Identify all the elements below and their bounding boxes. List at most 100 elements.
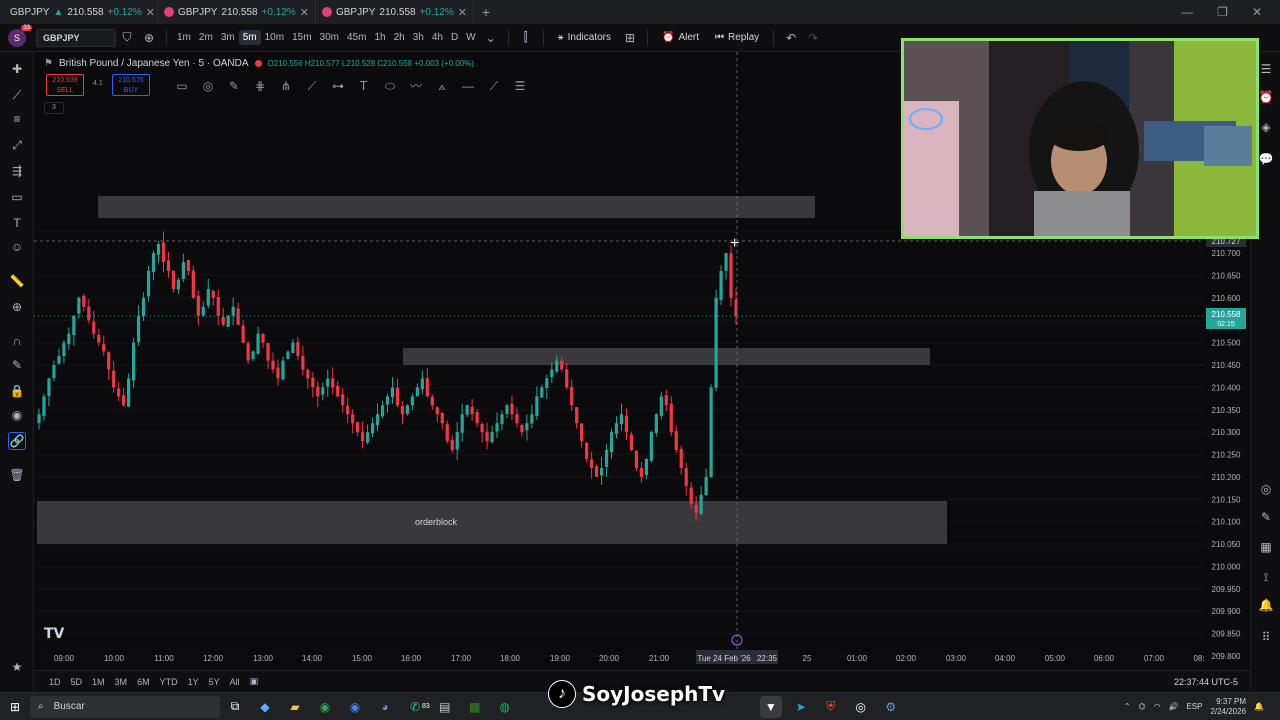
path-tool-icon[interactable]: 〰 xyxy=(406,76,426,96)
indicator-count-badge[interactable]: 3 xyxy=(44,102,64,114)
task-view-icon[interactable]: ⧉ xyxy=(224,696,246,718)
discord-icon[interactable]: ◕ xyxy=(374,696,396,718)
browser-tab[interactable]: GBPJPY 210.558 +0.12% ✕ xyxy=(316,0,474,24)
notifications-icon[interactable]: 🔔 xyxy=(1254,702,1264,711)
lock-icon[interactable]: 🔒 xyxy=(8,382,26,400)
indicators-button[interactable]: ⚹ Indicators xyxy=(550,32,619,43)
candles-type-icon[interactable]: ⫿ xyxy=(515,30,537,45)
timeframe-45m[interactable]: 45m xyxy=(343,32,370,43)
chevron-up-icon[interactable]: ⌃ xyxy=(1124,702,1131,711)
trend-line-icon[interactable]: ⟋ xyxy=(8,86,26,104)
polyline-tool-icon[interactable]: ⟑ xyxy=(432,76,452,96)
price-axis[interactable]: 210.750210.700210.650210.600210.550210.5… xyxy=(1212,227,1241,661)
timeframe-3h[interactable]: 3h xyxy=(409,32,428,43)
crosshair-icon[interactable]: ✚ xyxy=(8,60,26,78)
network-icon[interactable]: ⌬ xyxy=(1138,702,1145,711)
steam-icon[interactable]: ⚙ xyxy=(880,696,902,718)
symbol-title[interactable]: British Pound / Japanese Yen · 5 · OANDA xyxy=(59,58,249,69)
copilot-icon[interactable]: ◆ xyxy=(254,696,276,718)
brush-tool-icon[interactable]: ✎ xyxy=(224,76,244,96)
alert-button[interactable]: ⏰ Alert xyxy=(654,32,707,43)
timeframe-w[interactable]: W xyxy=(462,32,479,43)
fib-retracement-icon[interactable]: ≡ xyxy=(8,110,26,128)
rectangle-icon[interactable]: ▭ xyxy=(8,188,26,206)
taskbar-clock[interactable]: 9:37 PM 2/24/2026 xyxy=(1210,697,1246,717)
bell-icon[interactable]: 🔔 xyxy=(1257,596,1275,614)
new-tab-icon[interactable]: + xyxy=(474,4,498,20)
line-tool-icon[interactable]: — xyxy=(458,76,478,96)
telegram-icon[interactable]: ➤ xyxy=(790,696,812,718)
timeframe-d[interactable]: D xyxy=(447,32,462,43)
range-3m[interactable]: 3M xyxy=(110,677,133,687)
compare-symbol-icon[interactable]: ⊕ xyxy=(138,31,160,45)
orderblock-zone[interactable] xyxy=(37,501,947,544)
mid-zone[interactable] xyxy=(403,348,930,365)
timeframe-3m[interactable]: 3m xyxy=(217,32,239,43)
symbol-search[interactable]: GBPJPY xyxy=(36,28,116,47)
zoom-in-icon[interactable]: ⊕ xyxy=(8,298,26,316)
avatar[interactable]: S 33 xyxy=(8,24,32,47)
buy-button[interactable]: 210.576 BUY xyxy=(112,74,150,96)
timeframe-1h[interactable]: 1h xyxy=(370,32,389,43)
ideas-icon[interactable]: ✎ xyxy=(1257,508,1275,526)
signal-icon[interactable]: ⟟ xyxy=(1257,568,1275,586)
shield-icon[interactable]: ⛉ xyxy=(116,30,138,45)
rectangle-tool-icon[interactable]: ▭ xyxy=(172,76,192,96)
target-icon[interactable]: ◎ xyxy=(1257,480,1275,498)
range-ytd[interactable]: YTD xyxy=(155,677,183,687)
file-explorer-icon[interactable]: ▰ xyxy=(284,696,306,718)
undo-icon[interactable]: ↶ xyxy=(780,31,802,45)
chrome-icon[interactable]: ◉ xyxy=(314,696,336,718)
timeframe-2m[interactable]: 2m xyxy=(195,32,217,43)
sell-button[interactable]: 210.539 SELL xyxy=(46,74,84,96)
language-indicator[interactable]: ESP xyxy=(1186,702,1202,711)
close-tab-icon[interactable]: ✕ xyxy=(300,6,309,19)
horizontal-line-tool-icon[interactable]: ⊶ xyxy=(328,76,348,96)
chevron-down-icon[interactable]: ⌄ xyxy=(480,31,502,45)
star-watchlist-icon[interactable]: ★ xyxy=(8,658,26,676)
taskbar-search[interactable]: ⌕ Buscar xyxy=(30,695,220,718)
range-6m[interactable]: 6M xyxy=(132,677,155,687)
magnet-icon[interactable]: ∩ xyxy=(8,332,26,350)
chrome-profile-icon[interactable]: ◉ xyxy=(344,696,366,718)
range-5d[interactable]: 5D xyxy=(66,677,88,687)
wifi-icon[interactable]: ◠ xyxy=(1153,702,1160,711)
browser-tab[interactable]: GBPJPY 210.558 +0.12% ✕ xyxy=(158,0,316,24)
browser-tab[interactable]: GBPJPY ▲ 210.558 +0.12% ✕ xyxy=(0,0,158,24)
range-1y[interactable]: 1Y xyxy=(183,677,204,687)
trash-icon[interactable]: 🗑 xyxy=(8,466,26,484)
minimize-icon[interactable]: — xyxy=(1181,5,1193,19)
timeframe-15m[interactable]: 15m xyxy=(288,32,315,43)
go-to-date-icon[interactable]: ▣ xyxy=(245,676,264,687)
timeframe-4h[interactable]: 4h xyxy=(428,32,447,43)
range-1m[interactable]: 1M xyxy=(87,677,110,687)
prediction-icon[interactable]: ⇶ xyxy=(8,162,26,180)
text-tool-icon[interactable]: T xyxy=(8,214,26,232)
eye-icon[interactable]: ◉ xyxy=(8,406,26,424)
notepad-icon[interactable]: ▤ xyxy=(434,696,456,718)
alerts-icon[interactable]: ⏰ xyxy=(1257,88,1275,106)
circle-tool-icon[interactable]: ◎ xyxy=(198,76,218,96)
spotify-icon[interactable]: ◍ xyxy=(494,696,516,718)
more-tools-icon[interactable]: ☰ xyxy=(510,76,530,96)
trend-line-tool-icon[interactable]: ⟋ xyxy=(302,76,322,96)
maximize-icon[interactable]: ❐ xyxy=(1217,5,1228,19)
volume-icon[interactable]: 🔊 xyxy=(1168,702,1178,711)
lock-drawings-icon[interactable]: ✎ xyxy=(8,356,26,374)
timeframe-2h[interactable]: 2h xyxy=(390,32,409,43)
chat-icon[interactable]: 💬 xyxy=(1257,150,1275,168)
timeframe-30m[interactable]: 30m xyxy=(316,32,343,43)
layers-icon[interactable]: ◈ xyxy=(1257,118,1275,136)
pitchfork-tool-icon[interactable]: ⋔ xyxy=(276,76,296,96)
timezone-clock[interactable]: 22:37:44 UTC-5 xyxy=(1174,677,1250,687)
calendar-icon[interactable]: ▦ xyxy=(1257,538,1275,556)
range-1d[interactable]: 1D xyxy=(44,677,66,687)
pattern-icon[interactable]: ⤢ xyxy=(8,136,26,154)
range-5y[interactable]: 5Y xyxy=(204,677,225,687)
apps-grid-icon[interactable]: ⠿ xyxy=(1257,628,1275,646)
timeframe-10m[interactable]: 10m xyxy=(261,32,288,43)
range-all[interactable]: All xyxy=(225,677,245,687)
timeframe-1m[interactable]: 1m xyxy=(173,32,195,43)
watchlist-icon[interactable]: ☰ xyxy=(1257,60,1275,78)
ray-tool-icon[interactable]: ⟋ xyxy=(484,76,504,96)
